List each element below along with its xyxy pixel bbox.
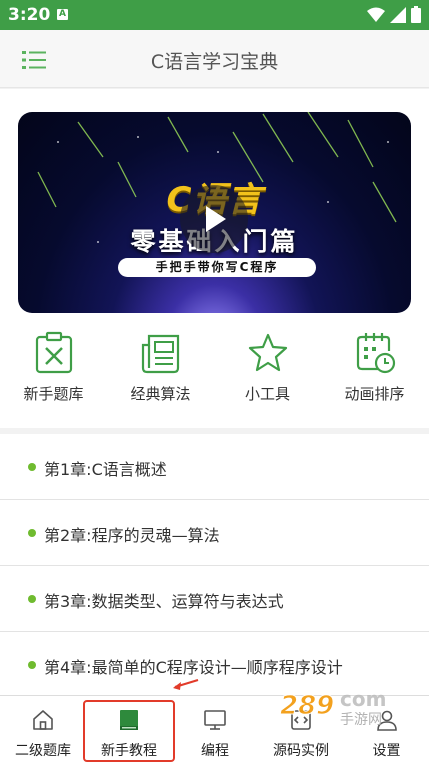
nav-item-programming[interactable]: 编程 xyxy=(172,696,258,764)
nav-label: 源码实例 xyxy=(273,743,329,759)
watermark-tag: 手游网 xyxy=(340,712,382,726)
feature-quiz[interactable]: 新手题库 xyxy=(0,329,107,409)
watermark-logo: 289 com 手游网 xyxy=(280,687,387,726)
feature-label: 小工具 xyxy=(244,385,290,403)
bullet-dot-icon xyxy=(28,595,36,603)
chapter-title: 第3章:数据类型、运算符与表达式 xyxy=(44,592,284,611)
watermark-brand: 289 xyxy=(280,691,334,721)
chapter-list: 第1章:C语言概述 第2章:程序的灵魂—算法 第3章:数据类型、运算符与表达式 … xyxy=(0,434,429,698)
chapter-title: 第2章:程序的灵魂—算法 xyxy=(44,526,220,545)
bullet-dot-icon xyxy=(28,529,36,537)
newspaper-icon xyxy=(141,334,180,374)
feature-shortcuts: 新手题库 经典算法 小工具 动画排序 xyxy=(0,329,429,409)
chapter-title: 第4章:最简单的C程序设计—顺序程序设计 xyxy=(44,658,343,677)
banner-subtitle: 手把手带你写C程序 xyxy=(118,258,316,277)
watermark-suffix: com xyxy=(340,687,386,711)
feature-algorithms[interactable]: 经典算法 xyxy=(107,329,214,409)
feature-tools[interactable]: 小工具 xyxy=(214,329,321,409)
feature-label: 动画排序 xyxy=(344,385,405,403)
star-icon xyxy=(248,333,288,372)
list-item[interactable]: 第2章:程序的灵魂—算法 xyxy=(0,500,429,566)
nav-label: 设置 xyxy=(372,743,401,759)
home-icon xyxy=(33,710,53,730)
monitor-icon xyxy=(204,710,226,730)
status-time: 3:20 xyxy=(8,5,51,25)
list-item[interactable]: 第3章:数据类型、运算符与表达式 xyxy=(0,566,429,632)
main-content: C语言 零基础入门篇 手把手带你写C程序 新手题库 经典算法 xyxy=(0,89,429,698)
video-banner[interactable]: C语言 零基础入门篇 手把手带你写C程序 xyxy=(18,112,411,313)
play-icon xyxy=(206,206,226,232)
signal-icon xyxy=(390,6,406,23)
quiz-icon xyxy=(35,331,73,374)
notification-icon: A xyxy=(57,9,68,20)
wifi-icon xyxy=(367,7,385,22)
app-toolbar: C语言学习宝典 xyxy=(0,30,429,88)
status-icons xyxy=(367,6,421,23)
page-title: C语言学习宝典 xyxy=(150,51,279,73)
chapter-title: 第1章:C语言概述 xyxy=(44,460,167,479)
battery-icon xyxy=(411,6,421,23)
arrow-annotation-icon xyxy=(173,678,199,690)
bullet-dot-icon xyxy=(28,463,36,471)
feature-sort-animation[interactable]: 动画排序 xyxy=(321,329,428,409)
list-item[interactable]: 第1章:C语言概述 xyxy=(0,434,429,500)
calendar-clock-icon xyxy=(356,333,396,374)
play-button[interactable] xyxy=(180,185,248,253)
feature-label: 经典算法 xyxy=(130,385,191,403)
nav-item-exam-bank[interactable]: 二级题库 xyxy=(0,696,86,764)
nav-highlight-box xyxy=(83,700,175,762)
bullet-dot-icon xyxy=(28,661,36,669)
feature-label: 新手题库 xyxy=(23,385,84,403)
nav-label: 二级题库 xyxy=(15,743,71,759)
status-bar: 3:20 A xyxy=(0,0,429,30)
nav-label: 编程 xyxy=(201,743,229,759)
